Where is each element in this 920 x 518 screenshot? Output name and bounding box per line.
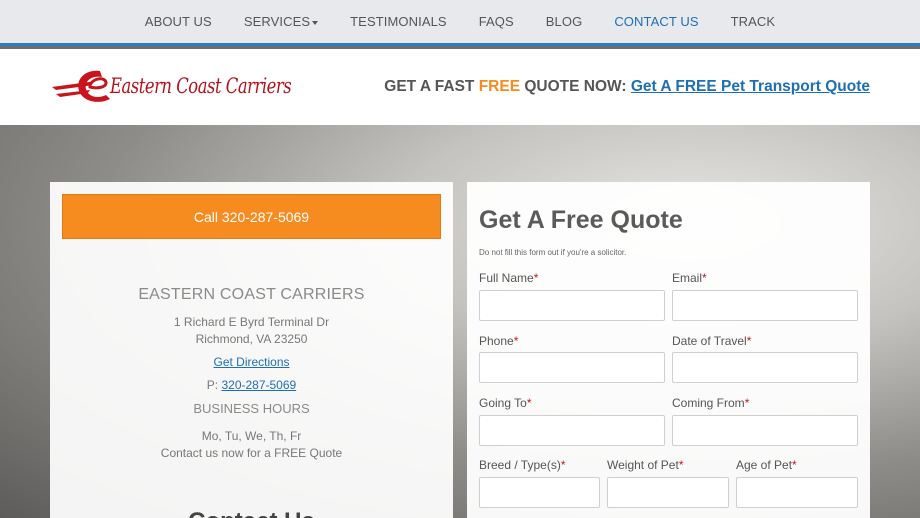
- coming-from-input[interactable]: [672, 415, 858, 446]
- business-hours-days: Mo, Tu, We, Th, Fr: [201, 429, 302, 443]
- age-label: Age of Pet*: [736, 458, 797, 472]
- form-title: Get A Free Quote: [479, 206, 683, 234]
- quote-suffix: QUOTE NOW:: [520, 78, 631, 95]
- nav-item-services[interactable]: SERVICES: [243, 14, 319, 29]
- age-input[interactable]: [736, 477, 858, 508]
- business-hours-note: Contact us now for a FREE Quote: [160, 446, 343, 460]
- required-mark: *: [792, 458, 797, 472]
- date-of-travel-label: Date of Travel*: [672, 334, 751, 348]
- company-name: EASTERN COAST CARRIERS: [138, 286, 365, 303]
- solicitor-note: Do not fill this form out if you're a so…: [479, 248, 627, 257]
- address-line-1: 1 Richard E Byrd Terminal Dr: [173, 315, 330, 329]
- breed-input[interactable]: [479, 477, 600, 508]
- required-mark: *: [533, 271, 539, 285]
- date-of-travel-input[interactable]: [672, 352, 858, 383]
- nav-item-about-us[interactable]: ABOUT US: [145, 14, 212, 29]
- breed-label: Breed / Type(s)*: [479, 458, 566, 472]
- going-to-label-text: Going To: [479, 396, 527, 410]
- required-mark: *: [746, 334, 752, 348]
- phone-input[interactable]: [479, 352, 665, 383]
- required-mark: *: [744, 396, 750, 410]
- nav-item-faqs[interactable]: FAQS: [479, 14, 514, 29]
- email-input[interactable]: [672, 290, 858, 321]
- nav-item-blog[interactable]: BLOG: [546, 14, 583, 29]
- contact-info-card: Call 320-287-5069 EASTERN COAST CARRIERS…: [50, 182, 453, 518]
- quote-prefix: GET A FAST: [384, 78, 479, 95]
- coming-from-label-text: Coming From: [672, 396, 745, 410]
- business-hours-title: BUSINESS HOURS: [193, 401, 310, 416]
- age-label-text: Age of Pet: [736, 458, 793, 472]
- top-navigation: ABOUT US SERVICES TESTIMONIALS FAQS BLOG…: [0, 0, 920, 46]
- free-quote-form: Get A Free Quote Do not fill this form o…: [467, 182, 870, 518]
- nav-item-testimonials[interactable]: TESTIMONIALS: [350, 14, 447, 29]
- date-of-travel-label-text: Date of Travel: [672, 334, 747, 348]
- required-mark: *: [526, 396, 532, 410]
- nav-list: ABOUT US SERVICES TESTIMONIALS FAQS BLOG…: [0, 0, 920, 43]
- nav-item-contact-us[interactable]: CONTACT US: [614, 14, 698, 29]
- directions-row: Get Directions: [50, 355, 453, 369]
- coming-from-label: Coming From*: [672, 396, 749, 410]
- nav-item-services-label: SERVICES: [243, 14, 311, 29]
- nav-item-track[interactable]: TRACK: [731, 14, 776, 29]
- free-pet-quote-link[interactable]: Get A FREE Pet Transport Quote: [631, 78, 870, 95]
- going-to-label: Going To*: [479, 396, 531, 410]
- full-name-label: Full Name*: [479, 271, 538, 285]
- weight-label-text: Weight of Pet: [607, 458, 679, 472]
- quote-banner: GET A FAST FREE QUOTE NOW: Get A FREE Pe…: [384, 78, 870, 96]
- weight-label: Weight of Pet*: [607, 458, 684, 472]
- address-line-2: Richmond, VA 23250: [195, 332, 308, 346]
- full-name-label-text: Full Name: [479, 271, 534, 285]
- phone-label-text: Phone: [479, 334, 514, 348]
- logo-wordmark: Eastern Coast Carriers: [110, 74, 292, 98]
- full-name-input[interactable]: [479, 290, 665, 321]
- phone-label: Phone*: [479, 334, 518, 348]
- required-mark: *: [678, 458, 684, 472]
- breed-label-text: Breed / Type(s): [479, 458, 561, 472]
- required-mark: *: [702, 271, 707, 285]
- email-label: Email*: [672, 271, 707, 285]
- going-to-input[interactable]: [479, 415, 665, 446]
- get-directions-link[interactable]: Get Directions: [213, 355, 289, 369]
- company-logo[interactable]: Eastern Coast Carriers: [50, 65, 292, 109]
- phone-link[interactable]: 320-287-5069: [221, 378, 296, 392]
- call-phone-button[interactable]: Call 320-287-5069: [62, 194, 441, 239]
- phone-prefix: P:: [206, 378, 222, 392]
- site-header: Eastern Coast Carriers GET A FAST FREE Q…: [0, 49, 920, 125]
- email-label-text: Email: [672, 271, 703, 285]
- weight-input[interactable]: [607, 477, 729, 508]
- contact-us-heading: Contact Us: [50, 508, 453, 518]
- required-mark: *: [560, 458, 566, 472]
- phone-row: P: 320-287-5069: [50, 378, 453, 392]
- quote-free-word: FREE: [478, 78, 521, 95]
- caret-down-icon: [312, 20, 319, 25]
- required-mark: *: [513, 334, 519, 348]
